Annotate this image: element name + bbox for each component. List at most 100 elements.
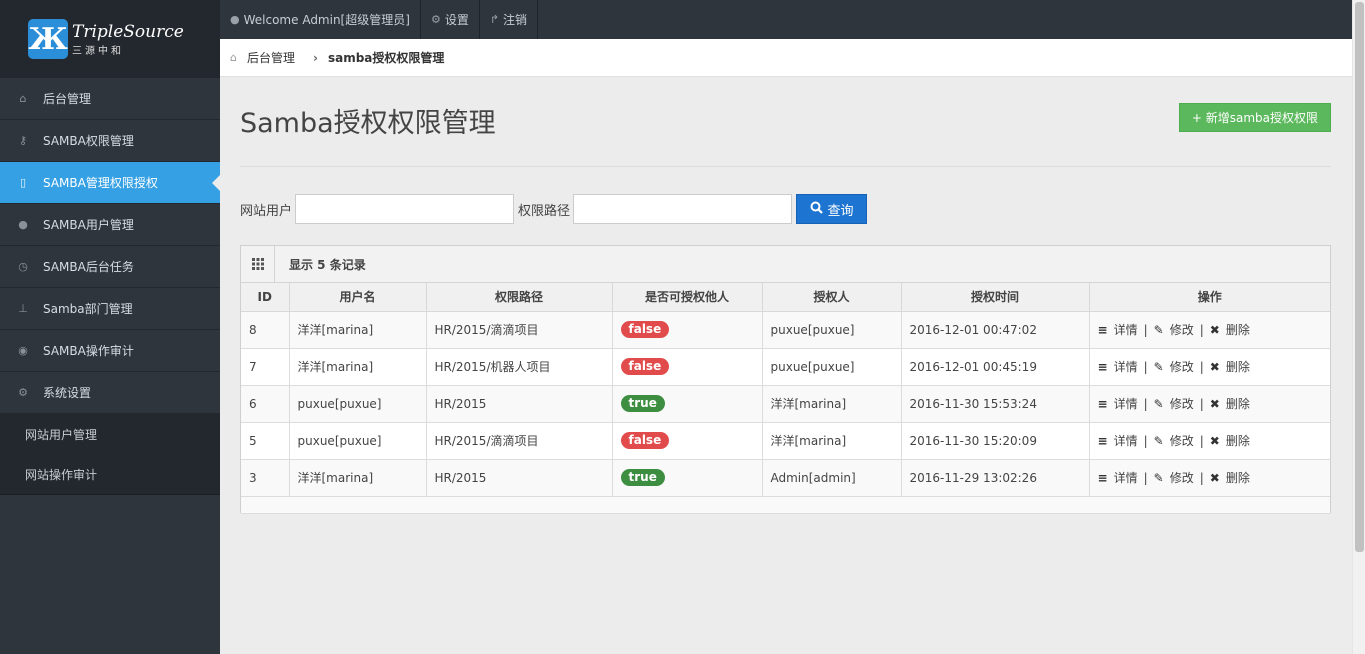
sidebar-item-label: SAMBA后台任务 xyxy=(43,260,134,274)
welcome-user[interactable]: ● Welcome Admin[超级管理员] xyxy=(220,0,421,39)
cell-actions: ≡ 详情 | ✎ 修改 | ✖ 删除 xyxy=(1088,310,1330,349)
cell-username: 洋洋[marina] xyxy=(288,310,427,349)
cell-actions: ≡ 详情 | ✎ 修改 | ✖ 删除 xyxy=(1088,458,1330,497)
page-title: Samba授权权限管理 xyxy=(240,108,496,139)
search-button[interactable]: 查询 xyxy=(796,194,868,224)
list-icon: ≡ xyxy=(1097,433,1108,448)
scrollbar-thumb[interactable] xyxy=(1355,2,1364,552)
grant-status-badge: false xyxy=(620,358,670,375)
divider xyxy=(240,166,1331,167)
delete-link[interactable]: 删除 xyxy=(1226,432,1250,449)
welcome-text: Welcome Admin[超级管理员] xyxy=(243,13,410,27)
sidebar-subitem-site-users[interactable]: 网站用户管理 xyxy=(0,414,220,454)
edit-link[interactable]: 修改 xyxy=(1170,395,1194,412)
cell-username: 洋洋[marina] xyxy=(288,347,427,386)
sidebar-item-samba-permission[interactable]: ⚷ SAMBA权限管理 xyxy=(0,120,220,162)
column-header-grantor[interactable]: 授权人 xyxy=(761,283,902,312)
cell-can-grant: false xyxy=(611,310,763,349)
breadcrumb-current: samba授权权限管理 xyxy=(327,51,445,65)
logo[interactable]: Ж TripleSource 三源中和 xyxy=(0,0,220,78)
sidebar-item-label: SAMBA管理权限授权 xyxy=(43,176,158,190)
action-separator: | xyxy=(1143,359,1148,374)
breadcrumb: ⌂ 后台管理 › samba授权权限管理 xyxy=(220,39,1352,77)
edit-link[interactable]: 修改 xyxy=(1170,432,1194,449)
gear-icon: ⚙ xyxy=(430,13,441,26)
cell-id: 7 xyxy=(241,347,290,386)
settings-label: 设置 xyxy=(444,13,469,27)
sidebar-item-samba-users[interactable]: ● SAMBA用户管理 xyxy=(0,204,220,246)
detail-link[interactable]: 详情 xyxy=(1114,432,1138,449)
share-icon: ↱ xyxy=(489,13,500,26)
edit-link[interactable]: 修改 xyxy=(1170,358,1194,375)
sidebar-item-system-settings[interactable]: ⚙ 系统设置 xyxy=(0,372,220,414)
cell-grant-time: 2016-11-30 15:20:09 xyxy=(900,421,1090,460)
delete-link[interactable]: 删除 xyxy=(1226,395,1250,412)
detail-link[interactable]: 详情 xyxy=(1114,469,1138,486)
eye-icon: ◉ xyxy=(18,344,28,357)
sidebar-item-samba-departments[interactable]: ⊥ Samba部门管理 xyxy=(0,288,220,330)
user-filter-input[interactable] xyxy=(295,194,515,224)
column-header-actions: 操作 xyxy=(1088,283,1330,312)
logout-link[interactable]: ↱ 注销 xyxy=(480,0,539,39)
cell-grantor: puxue[puxue] xyxy=(761,347,902,386)
add-permission-button[interactable]: + 新增samba授权权限 xyxy=(1178,103,1331,132)
detail-link[interactable]: 详情 xyxy=(1114,321,1138,338)
pencil-icon: ✎ xyxy=(1153,359,1164,374)
cell-username: 洋洋[marina] xyxy=(288,458,427,497)
action-separator: | xyxy=(1199,396,1204,411)
action-separator: | xyxy=(1199,433,1204,448)
path-filter-input[interactable] xyxy=(573,194,793,224)
column-header-path[interactable]: 权限路径 xyxy=(425,283,613,312)
cell-path: HR/2015 xyxy=(425,458,613,497)
sidebar-item-samba-grant[interactable]: ▯ SAMBA管理权限授权 xyxy=(0,162,220,204)
vertical-scrollbar[interactable] xyxy=(1352,0,1365,654)
delete-icon: ✖ xyxy=(1209,396,1220,411)
cell-grant-time: 2016-12-01 00:45:19 xyxy=(900,347,1090,386)
cell-actions: ≡ 详情 | ✎ 修改 | ✖ 删除 xyxy=(1088,421,1330,460)
edit-link[interactable]: 修改 xyxy=(1170,469,1194,486)
key-icon: ⚷ xyxy=(18,134,28,147)
cell-grantor: Admin[admin] xyxy=(761,458,902,497)
detail-link[interactable]: 详情 xyxy=(1114,358,1138,375)
system-settings-submenu: 网站用户管理 网站操作审计 xyxy=(0,414,220,495)
sidebar-item-label: Samba部门管理 xyxy=(43,302,133,316)
column-header-grant-time[interactable]: 授权时间 xyxy=(900,283,1090,312)
permission-table: ID 用户名 权限路径 是否可授权他人 授权人 授权时间 操作 8 洋洋[mar… xyxy=(241,283,1330,514)
records-panel-header: 显示 5 条记录 xyxy=(241,245,1330,283)
action-separator: | xyxy=(1199,322,1204,337)
sidebar-item-samba-tasks[interactable]: ◷ SAMBA后台任务 xyxy=(0,246,220,288)
delete-icon: ✖ xyxy=(1209,433,1220,448)
column-header-id[interactable]: ID xyxy=(241,283,290,312)
pencil-icon: ✎ xyxy=(1153,322,1164,337)
delete-link[interactable]: 删除 xyxy=(1226,469,1250,486)
search-icon xyxy=(810,201,823,218)
user-icon: ● xyxy=(230,13,240,26)
pencil-icon: ✎ xyxy=(1153,396,1164,411)
sidebar-item-samba-audit[interactable]: ◉ SAMBA操作审计 xyxy=(0,330,220,372)
cell-path: HR/2015/滴滴项目 xyxy=(425,421,613,460)
cell-grant-time: 2016-12-01 00:47:02 xyxy=(900,310,1090,349)
settings-link[interactable]: ⚙ 设置 xyxy=(421,0,480,39)
sidebar-item-label: SAMBA权限管理 xyxy=(43,134,134,148)
sidebar-subitem-site-audit[interactable]: 网站操作审计 xyxy=(0,454,220,494)
cell-id: 5 xyxy=(241,421,290,460)
delete-icon: ✖ xyxy=(1209,359,1220,374)
sidebar-item-label: 系统设置 xyxy=(43,386,92,400)
delete-link[interactable]: 删除 xyxy=(1226,358,1250,375)
breadcrumb-home[interactable]: 后台管理 xyxy=(247,49,295,66)
delete-icon: ✖ xyxy=(1209,322,1220,337)
grant-status-badge: false xyxy=(620,432,670,449)
edit-link[interactable]: 修改 xyxy=(1170,321,1194,338)
column-header-can-grant[interactable]: 是否可授权他人 xyxy=(611,283,763,312)
column-header-username[interactable]: 用户名 xyxy=(288,283,427,312)
cell-id: 3 xyxy=(241,458,290,497)
sidebar-item-admin[interactable]: ⌂ 后台管理 xyxy=(0,78,220,120)
cell-grant-time: 2016-11-30 15:53:24 xyxy=(900,384,1090,423)
logo-mark: Ж xyxy=(28,19,68,59)
detail-link[interactable]: 详情 xyxy=(1114,395,1138,412)
list-icon: ≡ xyxy=(1097,470,1108,485)
sidebar-item-label: 后台管理 xyxy=(43,92,92,106)
cell-can-grant: true xyxy=(611,458,763,497)
grant-status-badge: true xyxy=(620,395,665,412)
delete-link[interactable]: 删除 xyxy=(1226,321,1250,338)
